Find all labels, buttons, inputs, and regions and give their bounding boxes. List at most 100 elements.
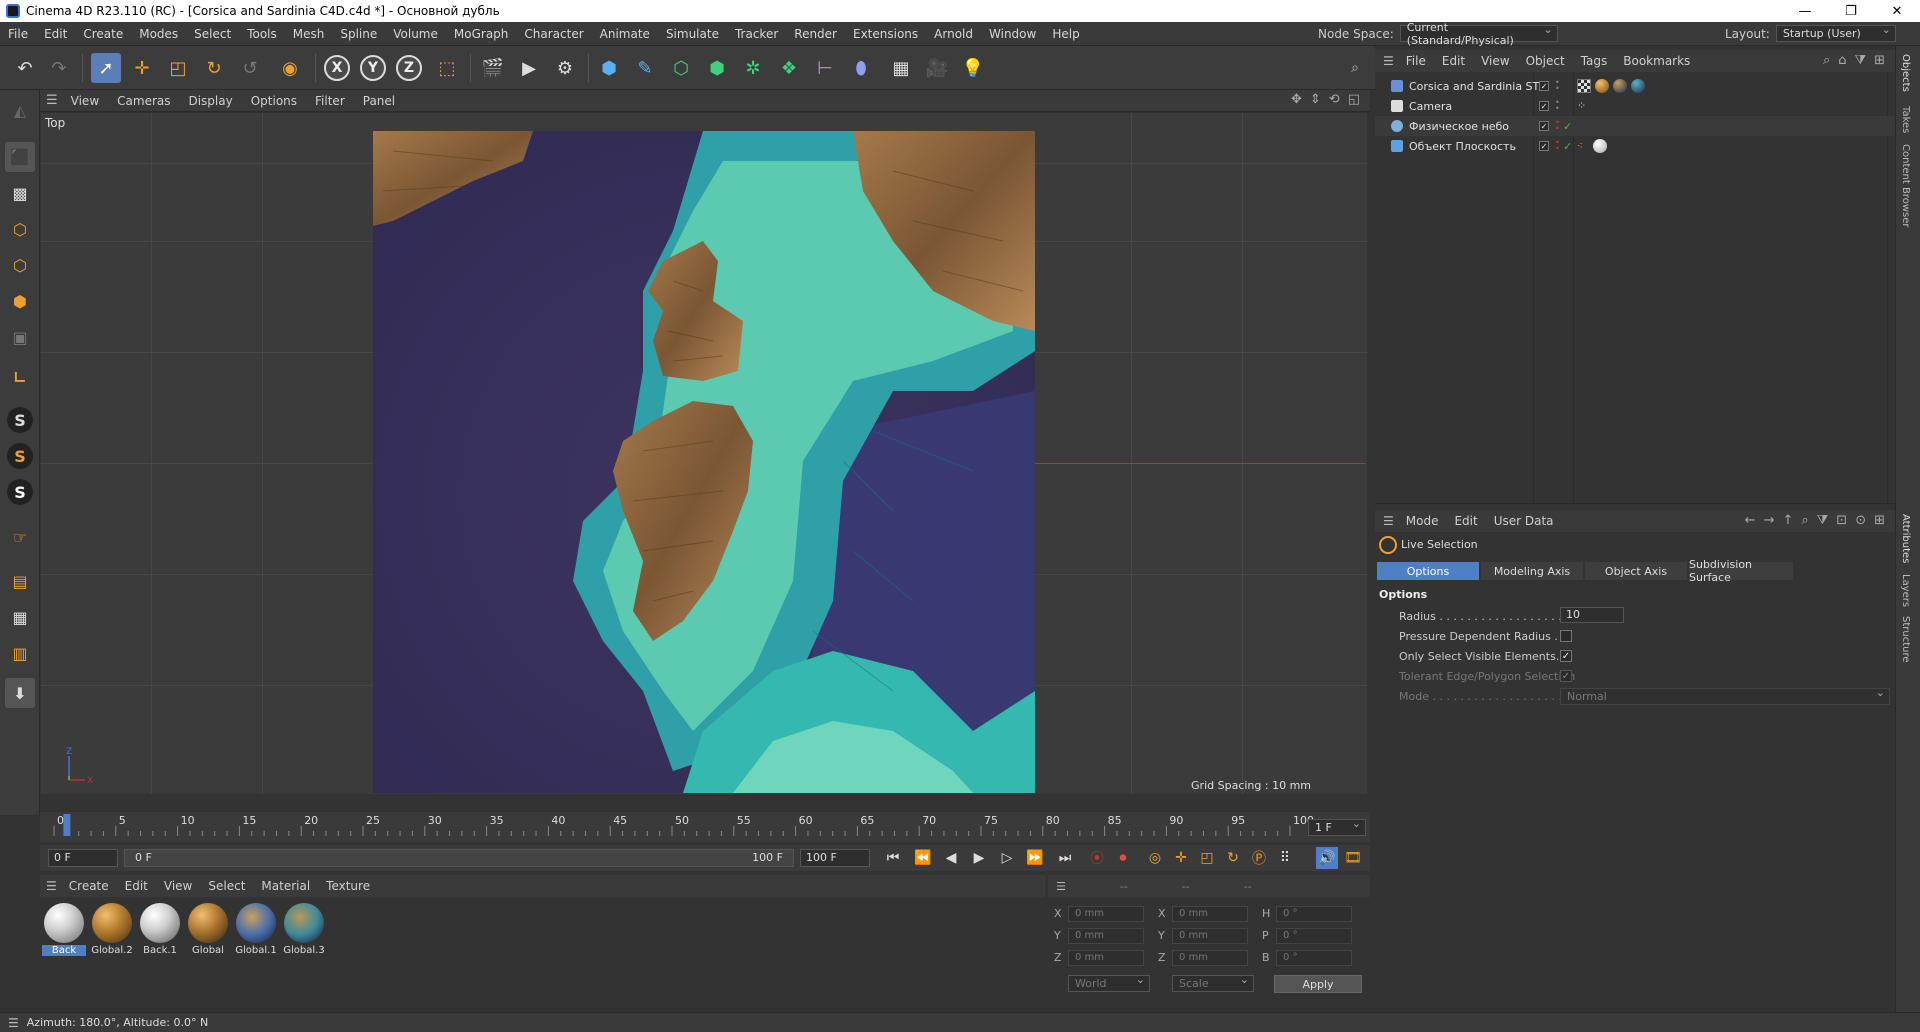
node-space-dropdown[interactable]: Current (Standard/Physical) [1399, 21, 1558, 47]
side-tab-content-browser[interactable]: Content Browser [1900, 144, 1911, 227]
make-editable-icon[interactable]: ◭ [5, 95, 35, 125]
current-frame-field[interactable]: 1 F [1308, 817, 1366, 836]
film-icon[interactable]: 🎞 [1342, 847, 1364, 869]
snap-settings-icon[interactable]: S [7, 443, 33, 469]
camera-icon[interactable]: 🎥 [922, 53, 952, 83]
autokey-icon[interactable]: ⏺ [1112, 847, 1134, 869]
attr-menu-edit[interactable]: Edit [1446, 514, 1485, 528]
menu-render[interactable]: Render [786, 27, 845, 41]
prev-key-icon[interactable]: ⏪ [912, 847, 934, 869]
layout-dropdown[interactable]: Startup (User) [1775, 23, 1896, 42]
menu-help[interactable]: Help [1044, 27, 1087, 41]
record-icon[interactable]: ⦿ [1086, 847, 1108, 869]
back-arrow-icon[interactable]: ← [1745, 513, 1756, 528]
material-tag-icon[interactable] [1631, 79, 1645, 93]
mat-menu-edit[interactable]: Edit [117, 879, 156, 893]
timeline-ruler[interactable]: 0 5 10 15 20 25 30 35 40 45 50 55 60 65 70 75 80 85 90 95 10… [40, 812, 1370, 842]
settings-icon[interactable]: ⊙ [1855, 513, 1866, 528]
axis-mode-icon[interactable]: ∟ [5, 362, 35, 392]
attr-menu-mode[interactable]: Mode [1398, 514, 1447, 528]
drop-to-floor-icon[interactable]: ⬇ [5, 678, 35, 708]
viewport-menu-options[interactable]: Options [242, 94, 306, 108]
camera-tag-icon[interactable]: ⁘ [1577, 99, 1591, 113]
recent-tool-icon[interactable]: ↺ [235, 53, 265, 83]
render-settings-icon[interactable]: ⚙ [550, 53, 580, 83]
y-axis-lock-icon[interactable]: Y [360, 55, 386, 81]
menu-tracker[interactable]: Tracker [727, 27, 786, 41]
menu-simulate[interactable]: Simulate [658, 27, 727, 41]
visibility-dots-icon[interactable]: • • [1555, 139, 1560, 153]
live-selection-icon[interactable]: ➚ [91, 53, 121, 83]
menu-mograph[interactable]: MoGraph [446, 27, 517, 41]
workplane-snap-icon[interactable]: S [7, 479, 33, 505]
menu-create[interactable]: Create [75, 27, 131, 41]
grid-workplane-icon[interactable]: ▦ [5, 602, 35, 632]
material-item[interactable]: Global.3 [282, 901, 326, 959]
texture-mode-icon[interactable]: ▩ [5, 178, 35, 208]
coordinate-system-icon[interactable]: ⬚ [432, 53, 462, 83]
dolly-icon[interactable]: ⇕ [1310, 92, 1321, 107]
viewport-menu-view[interactable]: View [62, 94, 108, 108]
hamburger-icon[interactable]: ☰ [1383, 514, 1394, 528]
radius-input[interactable]: 10 [1560, 607, 1624, 623]
tab-object-axis[interactable]: Object Axis [1585, 562, 1687, 580]
obj-menu-tags[interactable]: Tags [1573, 54, 1616, 68]
visibility-dots-icon[interactable]: • • [1555, 119, 1560, 133]
next-frame-icon[interactable]: ▷ [996, 847, 1018, 869]
viewport-menu-cameras[interactable]: Cameras [108, 94, 179, 108]
home-icon[interactable]: ⌂ [1838, 53, 1846, 68]
scale-icon[interactable]: ◰ [163, 53, 193, 83]
deformer-icon[interactable]: ⊢ [810, 53, 840, 83]
prev-frame-icon[interactable]: ◀ [940, 847, 962, 869]
search-icon[interactable]: ⌕ [1340, 53, 1370, 83]
goto-end-icon[interactable]: ⏭ [1054, 847, 1076, 869]
viewport-menu-display[interactable]: Display [179, 94, 241, 108]
hamburger-icon[interactable]: ☰ [46, 879, 57, 893]
material-tag-icon[interactable] [1595, 79, 1609, 93]
minimize-button[interactable]: — [1782, 0, 1828, 22]
coord-field[interactable]: 0 ° [1276, 906, 1352, 922]
x-axis-lock-icon[interactable]: X [324, 55, 350, 81]
end-frame-field[interactable]: 100 F [800, 849, 870, 867]
rotate-icon[interactable]: ↻ [199, 53, 229, 83]
new-window-icon[interactable]: ⊞ [1874, 53, 1885, 68]
side-tab-attributes[interactable]: Attributes [1900, 514, 1911, 563]
menu-edit[interactable]: Edit [36, 27, 75, 41]
mode-dropdown[interactable]: Normal [1560, 686, 1890, 705]
menu-arnold[interactable]: Arnold [926, 27, 981, 41]
up-arrow-icon[interactable]: ↑ [1782, 513, 1793, 528]
tab-modeling-axis[interactable]: Modeling Axis [1481, 562, 1583, 580]
filter-icon[interactable]: ⧩ [1817, 513, 1829, 528]
cube-icon[interactable]: ⬢ [594, 53, 624, 83]
coord-field[interactable]: 0 ° [1276, 928, 1352, 944]
enabled-check-icon[interactable]: ✓ [1563, 120, 1572, 133]
material-item[interactable]: Back.1 [138, 901, 182, 959]
menu-volume[interactable]: Volume [385, 27, 446, 41]
menu-animate[interactable]: Animate [592, 27, 658, 41]
scale-key-icon[interactable]: ◰ [1196, 847, 1218, 869]
obj-menu-bookmarks[interactable]: Bookmarks [1615, 54, 1698, 68]
locked-workplane-icon[interactable]: ▥ [5, 638, 35, 668]
hamburger-icon[interactable]: ☰ [1056, 880, 1066, 893]
param-key-icon[interactable]: Ⓟ [1248, 847, 1270, 869]
material-item[interactable]: Global.1 [234, 901, 278, 959]
maximize-view-icon[interactable]: ◱ [1348, 92, 1360, 107]
apply-button[interactable]: Apply [1274, 975, 1362, 993]
undo-icon[interactable]: ↶ [10, 53, 40, 83]
side-tab-layers[interactable]: Layers [1900, 574, 1911, 607]
object-row[interactable]: Camera ✓ • • ⁘ [1375, 96, 1895, 116]
search-icon[interactable]: ⌕ [1801, 513, 1808, 528]
lock-icon[interactable]: ⊡ [1836, 513, 1847, 528]
move-icon[interactable]: ✛ [127, 53, 157, 83]
keyframe-selection-icon[interactable]: ◎ [1144, 847, 1166, 869]
position-key-icon[interactable]: ✛ [1170, 847, 1192, 869]
new-window-icon[interactable]: ⊞ [1874, 513, 1885, 528]
visible-elements-checkbox[interactable]: ✓ [1560, 650, 1572, 662]
edges-mode-icon[interactable]: ⬡ [5, 250, 35, 280]
visibility-check[interactable]: ✓ [1539, 141, 1549, 151]
point-level-anim-icon[interactable]: ⠿ [1274, 847, 1296, 869]
coord-field[interactable]: 0 mm [1172, 928, 1248, 944]
mat-menu-select[interactable]: Select [200, 879, 253, 893]
menu-modes[interactable]: Modes [131, 27, 186, 41]
points-mode-icon[interactable]: ⬡ [5, 214, 35, 244]
